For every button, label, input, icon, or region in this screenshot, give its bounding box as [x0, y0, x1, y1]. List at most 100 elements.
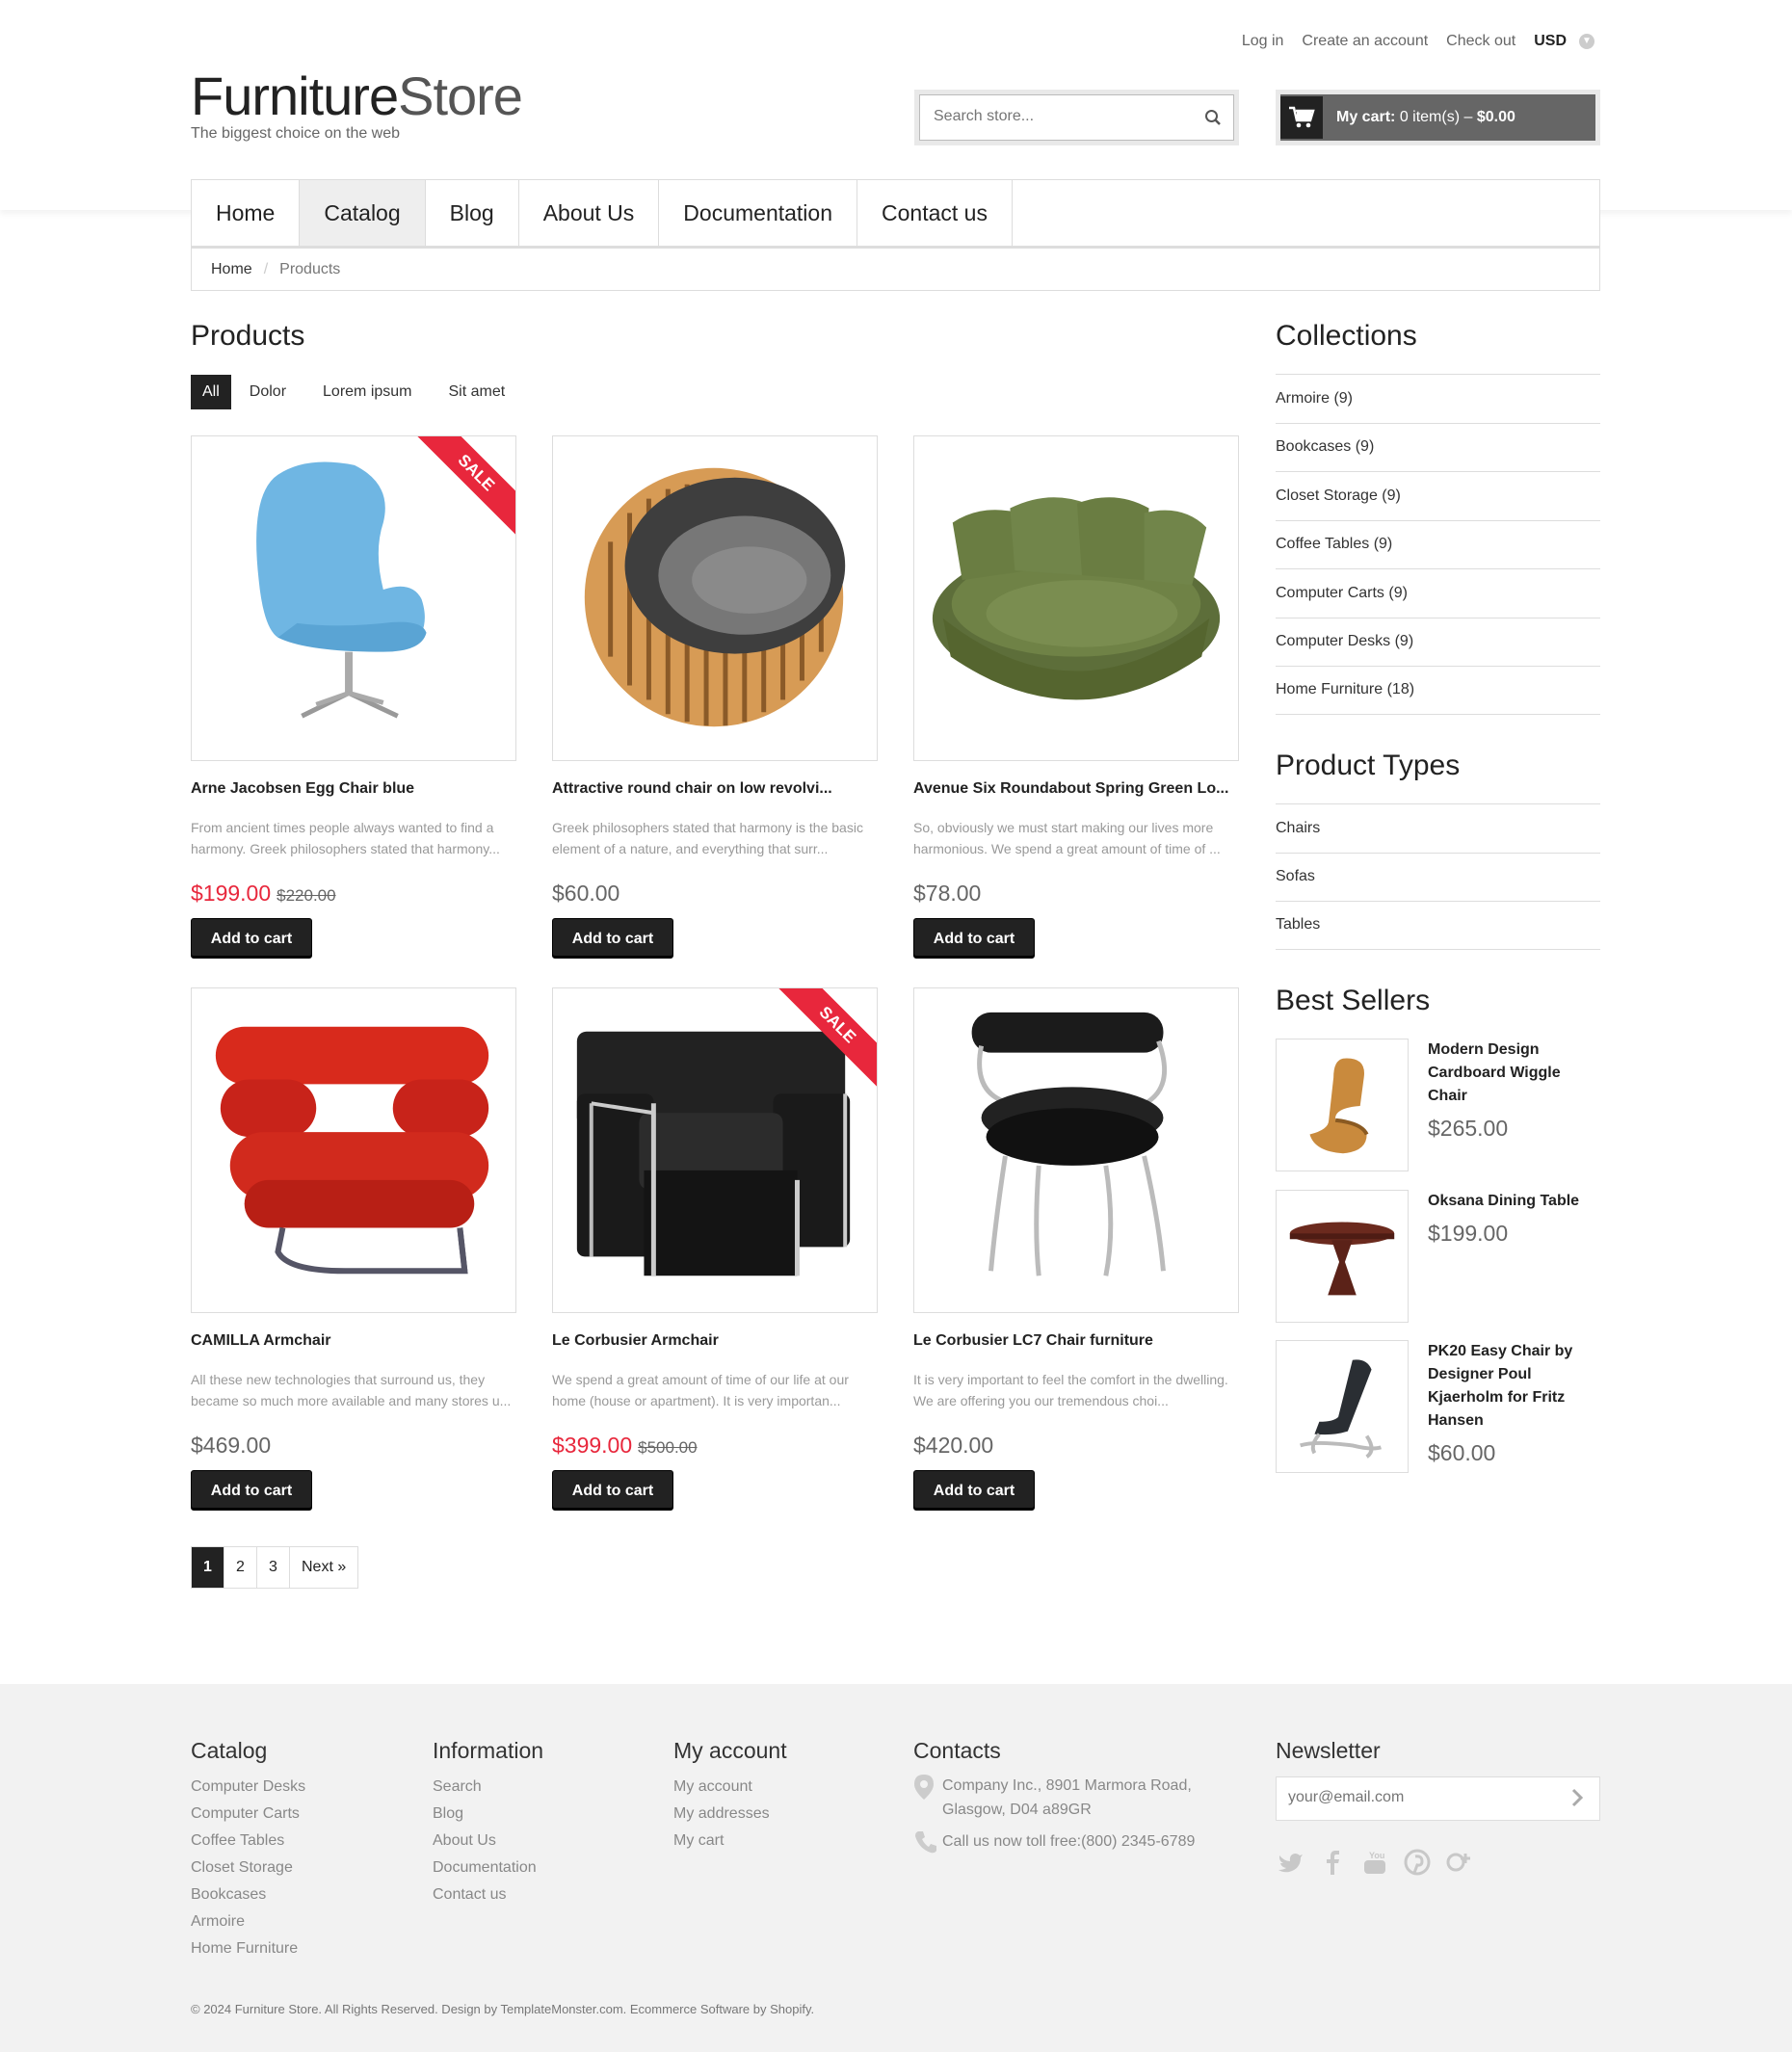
chevron-right-icon[interactable]: [1567, 1787, 1588, 1808]
newsletter-email-input[interactable]: [1277, 1777, 1546, 1818]
product-title[interactable]: Le Corbusier LC7 Chair furniture: [913, 1332, 1239, 1350]
collection-home-furniture[interactable]: Home Furniture (18): [1276, 666, 1600, 715]
breadcrumb-home[interactable]: Home: [211, 261, 252, 278]
collection-computer-desks[interactable]: Computer Desks (9): [1276, 617, 1600, 667]
footer-link[interactable]: About Us: [433, 1828, 543, 1855]
filter-sit-amet[interactable]: Sit amet: [431, 375, 524, 409]
youtube-icon[interactable]: You: [1360, 1848, 1389, 1877]
filter-all[interactable]: All: [191, 375, 231, 409]
footer-newsletter: Newsletter: [1276, 1738, 1381, 1774]
page-2[interactable]: 2: [224, 1547, 257, 1588]
add-to-cart-button[interactable]: Add to cart: [191, 918, 312, 959]
footer-link[interactable]: Computer Carts: [191, 1801, 305, 1828]
footer-my-account: My account My account My addresses My ca…: [673, 1738, 787, 1855]
logo[interactable]: FurnitureStore: [191, 66, 523, 126]
footer-catalog: Catalog Computer Desks Computer Carts Co…: [191, 1738, 305, 1962]
logo-text-store: Store: [398, 66, 523, 126]
footer-link[interactable]: Search: [433, 1774, 543, 1801]
breadcrumb-current: Products: [279, 260, 341, 277]
filter-lorem-ipsum[interactable]: Lorem ipsum: [304, 375, 430, 409]
bestseller-title[interactable]: Modern Design Cardboard Wiggle Chair: [1428, 1039, 1600, 1108]
footer-information-title: Information: [433, 1738, 544, 1763]
logo-text-furniture: Furniture: [191, 66, 399, 126]
add-to-cart-button[interactable]: Add to cart: [191, 1470, 312, 1511]
footer-link[interactable]: Coffee Tables: [191, 1828, 305, 1855]
nav-contact-us[interactable]: Contact us: [857, 180, 1013, 246]
product-card: Attractive round chair on low revolvi...…: [552, 435, 878, 959]
nav-documentation[interactable]: Documentation: [659, 180, 857, 246]
product-title[interactable]: Arne Jacobsen Egg Chair blue: [191, 780, 516, 798]
nav-blog[interactable]: Blog: [426, 180, 519, 246]
product-title[interactable]: Avenue Six Roundabout Spring Green Lo...: [913, 780, 1239, 798]
footer-link[interactable]: Blog: [433, 1801, 543, 1828]
pk20-chair-image: [1300, 1359, 1382, 1459]
bestseller-title[interactable]: PK20 Easy Chair by Designer Poul Kjaerho…: [1428, 1340, 1600, 1433]
bestseller-image[interactable]: [1276, 1340, 1409, 1473]
footer-link[interactable]: Computer Desks: [191, 1774, 305, 1801]
product-price: $399.00: [552, 1433, 633, 1458]
product-image[interactable]: [913, 435, 1239, 761]
product-image[interactable]: [552, 435, 878, 761]
create-account-link[interactable]: Create an account: [1302, 33, 1428, 50]
collection-closet-storage[interactable]: Closet Storage (9): [1276, 471, 1600, 520]
nav-catalog[interactable]: Catalog: [300, 180, 426, 246]
footer-link[interactable]: Contact us: [433, 1881, 543, 1908]
product-image[interactable]: SALE: [552, 987, 878, 1313]
type-chairs[interactable]: Chairs: [1276, 803, 1600, 853]
type-sofas[interactable]: Sofas: [1276, 852, 1600, 902]
collection-computer-carts[interactable]: Computer Carts (9): [1276, 568, 1600, 618]
footer-account-title: My account: [673, 1738, 787, 1763]
add-to-cart-button[interactable]: Add to cart: [913, 918, 1035, 959]
footer-link[interactable]: Closet Storage: [191, 1855, 305, 1881]
add-to-cart-button[interactable]: Add to cart: [552, 918, 673, 959]
wiggle-chair-image: [1309, 1058, 1369, 1154]
footer-contacts: Contacts Company Inc., 8901 Marmora Road…: [913, 1738, 1231, 1862]
collection-coffee-tables[interactable]: Coffee Tables (9): [1276, 519, 1600, 569]
bestseller-image[interactable]: [1276, 1039, 1409, 1171]
facebook-icon[interactable]: [1318, 1848, 1347, 1877]
product-image[interactable]: [913, 987, 1239, 1313]
footer-link[interactable]: My cart: [673, 1828, 787, 1855]
pinterest-icon[interactable]: [1403, 1848, 1432, 1877]
bestseller-title[interactable]: Oksana Dining Table: [1428, 1190, 1579, 1213]
product-title[interactable]: Le Corbusier Armchair: [552, 1332, 878, 1350]
twitter-icon[interactable]: [1276, 1848, 1304, 1877]
google-plus-icon[interactable]: [1445, 1848, 1474, 1877]
add-to-cart-button[interactable]: Add to cart: [552, 1470, 673, 1511]
add-to-cart-button[interactable]: Add to cart: [913, 1470, 1035, 1511]
nav-home[interactable]: Home: [192, 180, 301, 246]
collection-bookcases[interactable]: Bookcases (9): [1276, 422, 1600, 472]
collection-armoire[interactable]: Armoire (9): [1276, 374, 1600, 423]
product-price: $469.00: [191, 1433, 272, 1458]
search-icon[interactable]: [1204, 109, 1222, 126]
product-image[interactable]: [191, 987, 516, 1313]
product-image[interactable]: SALE: [191, 435, 516, 761]
page-1[interactable]: 1: [192, 1547, 224, 1588]
footer-link[interactable]: My addresses: [673, 1801, 787, 1828]
footer-link[interactable]: Armoire: [191, 1908, 305, 1935]
footer-link[interactable]: Documentation: [433, 1855, 543, 1881]
footer-link[interactable]: Home Furniture: [191, 1935, 305, 1962]
product-title[interactable]: Attractive round chair on low revolvi...: [552, 780, 878, 798]
chevron-down-icon[interactable]: ▼: [1579, 34, 1594, 49]
bestseller-image[interactable]: [1276, 1190, 1409, 1323]
nav-about-us[interactable]: About Us: [519, 180, 660, 246]
footer-link[interactable]: Bookcases: [191, 1881, 305, 1908]
round-chair-image: [584, 467, 846, 727]
login-link[interactable]: Log in: [1242, 33, 1284, 50]
lc7-chair-image: [971, 1012, 1168, 1276]
search-input[interactable]: [920, 95, 1171, 138]
product-price: $78.00: [913, 881, 982, 906]
filter-dolor[interactable]: Dolor: [231, 375, 304, 409]
checkout-link[interactable]: Check out: [1446, 33, 1515, 50]
next-page[interactable]: Next »: [290, 1547, 357, 1588]
currency-selector[interactable]: USD: [1534, 33, 1567, 50]
product-title[interactable]: CAMILLA Armchair: [191, 1332, 516, 1350]
page-3[interactable]: 3: [257, 1547, 290, 1588]
product-card: Le Corbusier LC7 Chair furniture It is v…: [913, 987, 1239, 1511]
type-tables[interactable]: Tables: [1276, 901, 1600, 950]
cart-widget[interactable]: My cart: 0 item(s) – $0.00: [1276, 90, 1600, 145]
footer-link[interactable]: My account: [673, 1774, 787, 1801]
svg-text:You: You: [1369, 1851, 1384, 1860]
product-filters: All Dolor Lorem ipsum Sit amet: [191, 375, 523, 409]
